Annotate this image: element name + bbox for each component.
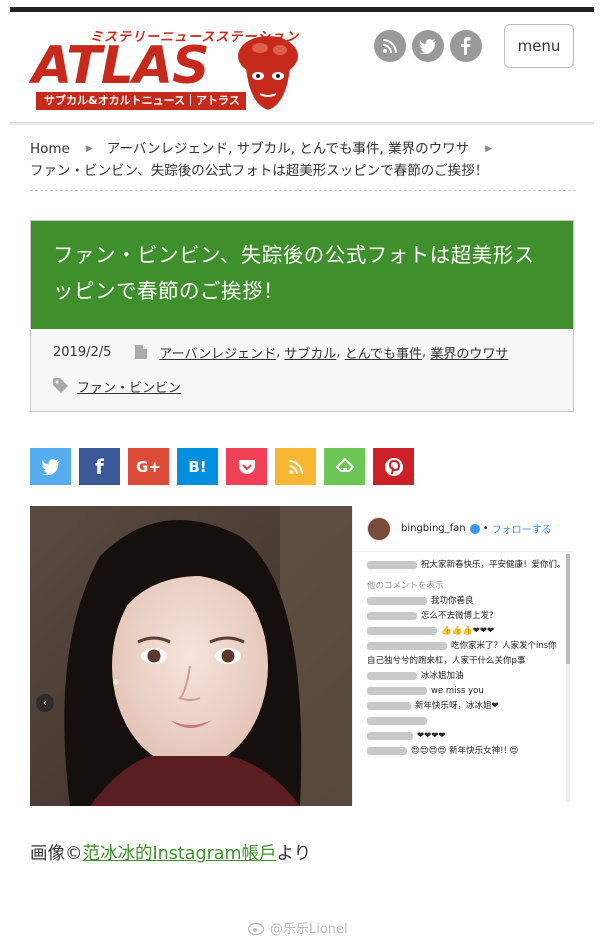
category-comma: ,: [422, 344, 431, 360]
share-buttons: f G+ B!: [30, 448, 414, 485]
blurred-username: [367, 701, 411, 710]
image-credit: 画像©范冰冰的Instagram帳戶より: [30, 840, 311, 865]
share-facebook-button[interactable]: f: [79, 448, 120, 485]
logo-subtitle: サブカル&オカルトニュース｜アトラス: [36, 92, 246, 110]
blurred-username: [367, 716, 427, 725]
category-link-urban-legend[interactable]: アーバンレジェンド: [159, 343, 276, 362]
breadcrumb-categories-link[interactable]: アーバンレジェンド, サブカル, とんでも事件, 業界のウワサ: [107, 141, 469, 157]
share-rss-button[interactable]: [275, 448, 316, 485]
verified-badge-icon: [469, 523, 480, 534]
tag-icon: [53, 378, 68, 393]
breadcrumb-current: ファン・ビンビン、失踪後の公式フォトは超美形スッピンで春節のご挨拶！: [30, 163, 489, 179]
instagram-photo: ‹: [30, 506, 352, 806]
article-meta: 2019/2/5 アーバンレジェンド, サブカル, とんでも事件, 業界のウワサ…: [31, 329, 573, 397]
comment-text: we miss you: [431, 686, 484, 696]
dot-separator: •: [479, 523, 489, 534]
more-comments-link[interactable]: 他のコメントを表示: [367, 579, 563, 594]
breadcrumb-separator-icon: ▶: [85, 144, 93, 154]
list-item: 祝大家新春快乐，平安健康！爱你们。: [367, 558, 563, 573]
comment-text: 冰冰姐加油: [421, 671, 464, 681]
category-link-rumors[interactable]: 業界のウワサ: [430, 343, 508, 362]
blurred-username: [367, 611, 417, 620]
comment-text: 😍😍😍😍 新年快乐女神!! 😍: [411, 746, 519, 756]
carousel-prev-button[interactable]: ‹: [36, 694, 54, 712]
comments-scrollbar[interactable]: [566, 554, 570, 802]
site-logo[interactable]: ミステリーニュースステーション ATLAS サブカル&オカルトニュース｜アトラス: [32, 26, 302, 116]
blurred-username: [367, 746, 407, 755]
post-caption: 祝大家新春快乐，平安健康！爱你们。: [421, 560, 563, 570]
comment-text: 新年快乐呀，冰冰姐❤: [415, 701, 499, 711]
blurred-username: [367, 560, 417, 569]
menu-button[interactable]: menu: [504, 24, 574, 68]
list-item: 我功你善良: [367, 594, 563, 609]
avatar[interactable]: [367, 516, 391, 541]
weibo-watermark: @乐乐Lionel: [248, 918, 348, 937]
header-social-links: [374, 30, 482, 62]
twitter-icon: [40, 458, 60, 475]
share-twitter-button[interactable]: [30, 448, 71, 485]
header-shadow: [10, 122, 594, 126]
comment-text: ❤❤❤❤: [417, 731, 446, 741]
category-link-subculture[interactable]: サブカル: [284, 343, 336, 362]
share-google-plus-button[interactable]: G+: [128, 448, 169, 485]
follow-button[interactable]: フォローする: [492, 521, 552, 536]
breadcrumb-separator-icon: ▶: [485, 144, 493, 154]
blurred-username: [367, 686, 427, 695]
breadcrumb-home-link[interactable]: Home: [30, 141, 70, 157]
rss-icon: [288, 459, 303, 474]
tag-link[interactable]: ファン・ビンビン: [77, 377, 181, 396]
list-item: 怎么不去微博上发?: [367, 609, 563, 624]
comment-text: 怎么不去微博上发?: [421, 611, 494, 621]
feedly-icon: [335, 457, 354, 472]
instagram-comments-panel: bingbing_fan • フォローする 祝大家新春快乐，平安健康！爱你们。 …: [352, 506, 574, 806]
instagram-username[interactable]: bingbing_fan: [401, 523, 466, 534]
share-feedly-button[interactable]: [324, 448, 365, 485]
twitter-icon[interactable]: [412, 30, 444, 62]
scrollbar-thumb[interactable]: [566, 554, 570, 664]
blurred-username: [367, 596, 427, 605]
comment-text: 👍👍👍❤❤❤: [441, 626, 495, 636]
category-comma: ,: [276, 344, 285, 360]
folder-icon: [135, 345, 148, 359]
list-item: 新年快乐呀，冰冰姐❤: [367, 699, 563, 714]
facebook-icon[interactable]: [450, 30, 482, 62]
portrait-image: [30, 506, 352, 806]
credit-suffix: より: [276, 844, 312, 864]
list-item: ❤❤❤❤: [367, 729, 563, 744]
weibo-icon: [248, 922, 265, 935]
list-item: 冰冰姐加油: [367, 669, 563, 684]
pocket-icon: [238, 459, 255, 474]
list-item: 👍👍👍❤❤❤: [367, 624, 563, 639]
share-hatena-button[interactable]: B!: [177, 448, 218, 485]
blurred-username: [367, 671, 417, 680]
blurred-username: [367, 626, 437, 635]
article-date: 2019/2/5: [53, 344, 112, 360]
blurred-username: [367, 731, 413, 740]
breadcrumb: Home ▶ アーバンレジェンド, サブカル, とんでも事件, 業界のウワサ ▶ ファ…: [30, 138, 576, 182]
credit-prefix: 画像©: [30, 844, 83, 864]
article-title: ファン・ビンビン、失踪後の公式フォトは超美形スッピンで春節のご挨拶！: [31, 221, 573, 329]
share-pinterest-button[interactable]: [373, 448, 414, 485]
category-link-incidents[interactable]: とんでも事件: [345, 343, 422, 362]
share-pocket-button[interactable]: [226, 448, 267, 485]
alien-mascot-icon: [238, 36, 298, 110]
pinterest-icon: [384, 457, 403, 476]
comment-text: 我功你善良: [431, 596, 474, 606]
list-item: [367, 714, 563, 729]
article-header-box: ファン・ビンビン、失踪後の公式フォトは超美形スッピンで春節のご挨拶！ 2019/…: [30, 220, 574, 412]
logo-wordmark: ATLAS: [32, 36, 210, 96]
category-comma: ,: [336, 344, 345, 360]
list-item: 😍😍😍😍 新年快乐女神!! 😍: [367, 744, 563, 759]
instagram-account-link[interactable]: 范冰冰的Instagram帳戶: [83, 844, 277, 864]
site-header: ミステリーニュースステーション ATLAS サブカル&オカルトニュース｜アトラス…: [10, 12, 594, 124]
instagram-header: bingbing_fan • フォローする: [353, 506, 574, 552]
blurred-username: [367, 641, 447, 650]
watermark-text: @乐乐Lionel: [270, 922, 348, 937]
list-item: we miss you: [367, 684, 563, 699]
instagram-comments: 祝大家新春快乐，平安健康！爱你们。 他のコメントを表示 我功你善良 怎么不去微博…: [367, 558, 563, 759]
list-item: 吃你家米了？人家发个ins你自己独兮兮的跑来杠，人家干什么关你p事: [367, 639, 563, 669]
rss-icon[interactable]: [374, 30, 406, 62]
breadcrumb-divider: [30, 190, 576, 191]
